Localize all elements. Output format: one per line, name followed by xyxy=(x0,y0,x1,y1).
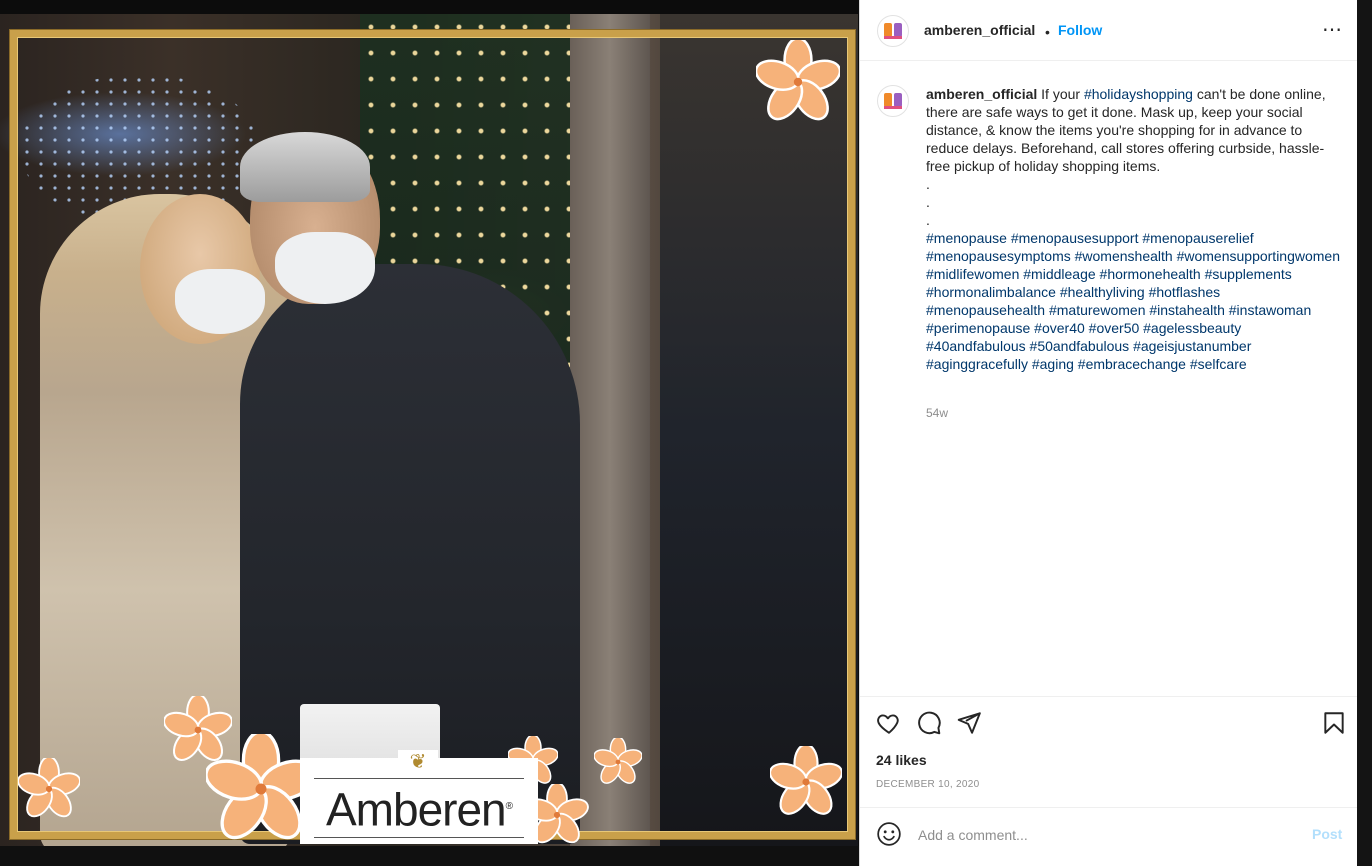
hashtag-link[interactable]: #holidayshopping xyxy=(1084,86,1193,102)
flower-decoration xyxy=(770,746,842,815)
caption-dot: . xyxy=(926,176,930,192)
flower-decoration xyxy=(18,758,80,818)
background-strip xyxy=(0,846,860,866)
comment-input[interactable] xyxy=(916,822,1300,848)
post-details-panel: amberen_official • Follow ⋯ amberen_offi… xyxy=(859,0,1358,866)
caption-dot: . xyxy=(926,194,930,210)
scrollbar[interactable] xyxy=(1357,0,1372,866)
caption-username[interactable]: amberen_official xyxy=(926,86,1037,102)
emoji-icon[interactable] xyxy=(876,821,902,847)
gold-frame xyxy=(10,30,855,839)
divider xyxy=(860,696,1358,697)
flower-decoration xyxy=(756,40,840,121)
heart-icon[interactable] xyxy=(876,710,902,736)
post-time-ago[interactable]: 54w xyxy=(926,406,948,420)
post-media[interactable]: ❦ Amberen® xyxy=(0,0,860,866)
post-comment-button[interactable]: Post xyxy=(1312,826,1342,842)
avatar[interactable] xyxy=(877,15,909,47)
hashtag-list[interactable]: #menopause #menopausesupport #menopauser… xyxy=(926,229,1342,373)
flower-decoration xyxy=(594,738,642,784)
likes-count[interactable]: 24 likes xyxy=(876,752,927,768)
share-icon[interactable] xyxy=(956,710,982,736)
post-header: amberen_official • Follow ⋯ xyxy=(860,0,1358,61)
caption-avatar[interactable] xyxy=(877,85,909,117)
caption-dots: . . . xyxy=(926,175,1342,229)
divider xyxy=(860,807,1358,808)
caption-dot: . xyxy=(926,212,930,228)
registered-mark: ® xyxy=(505,801,513,812)
bookmark-icon[interactable] xyxy=(1321,710,1347,736)
logo-text: Amberen® xyxy=(314,778,524,839)
post-date: DECEMBER 10, 2020 xyxy=(876,779,980,790)
comment-icon[interactable] xyxy=(916,710,942,736)
more-options-icon[interactable]: ⋯ xyxy=(1320,18,1344,42)
follow-button[interactable]: Follow xyxy=(1058,22,1102,38)
butterfly-icon: ❦ xyxy=(398,750,438,774)
post-caption: amberen_official If your #holidayshoppin… xyxy=(926,85,1342,373)
caption-text-before: If your xyxy=(1041,86,1084,102)
amberen-logo: ❦ Amberen® xyxy=(300,750,538,844)
header-username[interactable]: amberen_official xyxy=(924,22,1035,38)
separator-dot: • xyxy=(1045,24,1050,40)
logo-wordmark: Amberen xyxy=(325,783,507,836)
